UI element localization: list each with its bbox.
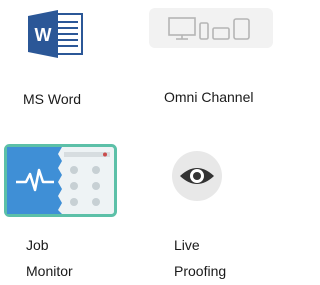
devices-icon[interactable] bbox=[149, 8, 273, 48]
ms-word-label: MS Word bbox=[23, 91, 82, 107]
job-monitor-label-line2: Monitor bbox=[26, 263, 73, 279]
eye-icon[interactable] bbox=[172, 151, 222, 201]
omni-channel-label: Omni Channel bbox=[164, 89, 254, 105]
job-monitor-label: Job Monitor bbox=[26, 232, 73, 284]
live-proofing-label: Live Proofing bbox=[174, 232, 226, 284]
job-monitor-icon[interactable] bbox=[4, 144, 117, 217]
ms-word-icon[interactable]: W bbox=[26, 10, 84, 58]
live-proofing-label-line2: Proofing bbox=[174, 263, 227, 279]
svg-text:W: W bbox=[35, 25, 52, 45]
live-proofing-label-line1: Live bbox=[174, 237, 200, 253]
job-monitor-label-line1: Job bbox=[26, 237, 49, 253]
